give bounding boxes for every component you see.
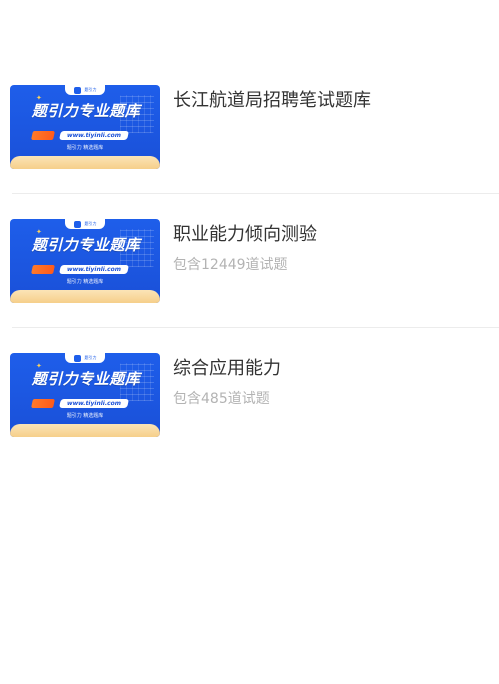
item-question-count: 包含485道试题: [173, 391, 270, 407]
list-divider: [12, 193, 499, 194]
thumbnail-brand: 题引力: [84, 355, 97, 360]
thumbnail-title: 题引力专业题库: [31, 236, 141, 254]
thumbnail-logo-tab: 题引力: [65, 85, 105, 95]
tiyinli-logo-icon: [73, 86, 81, 94]
thumbnail-site-url: www.tiyinli.com: [59, 399, 129, 408]
thumbnail-logo-tab: 题引力: [65, 353, 105, 363]
tiyinli-logo-icon: [73, 354, 81, 362]
thumbnail-brand: 题引力: [84, 221, 97, 226]
star-icon: ✦: [36, 228, 42, 236]
item-thumbnail[interactable]: 题引力 ✦ 题引力专业题库 www.tiyinli.com 题引力 精选题库: [10, 353, 160, 437]
list-item[interactable]: 题引力 ✦ 题引力专业题库 www.tiyinli.com 题引力 精选题库 长…: [10, 85, 499, 169]
list-item[interactable]: 题引力 ✦ 题引力专业题库 www.tiyinli.com 题引力 精选题库 职…: [10, 219, 499, 303]
list-item[interactable]: 题引力 ✦ 题引力专业题库 www.tiyinli.com 题引力 精选题库 综…: [10, 353, 499, 437]
page: 题引力 ✦ 题引力专业题库 www.tiyinli.com 题引力 精选题库 长…: [0, 0, 499, 684]
thumbnail-brand: 题引力: [84, 87, 97, 92]
item-title[interactable]: 长江航道局招聘笔试题库: [173, 89, 371, 113]
item-thumbnail[interactable]: 题引力 ✦ 题引力专业题库 www.tiyinli.com 题引力 精选题库: [10, 85, 160, 169]
item-info: 长江航道局招聘笔试题库: [173, 85, 493, 169]
list-divider: [12, 327, 499, 328]
thumbnail-pill-accent: [31, 399, 55, 408]
thumbnail-logo-tab: 题引力: [65, 219, 105, 229]
thumbnail-site-url: www.tiyinli.com: [59, 265, 129, 274]
thumbnail-title: 题引力专业题库: [31, 370, 141, 388]
star-icon: ✦: [36, 362, 42, 370]
thumbnail-base-stripe: [10, 290, 160, 303]
item-info: 职业能力倾向测验 包含12449道试题: [173, 219, 493, 303]
item-question-count: 包含12449道试题: [173, 257, 288, 273]
thumbnail-base-stripe: [10, 156, 160, 169]
item-title[interactable]: 职业能力倾向测验: [173, 223, 317, 247]
thumbnail-base-stripe: [10, 424, 160, 437]
item-info: 综合应用能力 包含485道试题: [173, 353, 493, 437]
thumbnail-site-url: www.tiyinli.com: [59, 131, 129, 140]
thumbnail-title: 题引力专业题库: [31, 102, 141, 120]
item-title[interactable]: 综合应用能力: [173, 357, 281, 381]
thumbnail-subtitle: 题引力 精选题库: [66, 279, 104, 285]
thumbnail-subtitle: 题引力 精选题库: [66, 413, 104, 419]
thumbnail-pill-accent: [31, 265, 55, 274]
tiyinli-logo-icon: [73, 220, 81, 228]
item-thumbnail[interactable]: 题引力 ✦ 题引力专业题库 www.tiyinli.com 题引力 精选题库: [10, 219, 160, 303]
thumbnail-pill-accent: [31, 131, 55, 140]
thumbnail-subtitle: 题引力 精选题库: [66, 145, 104, 151]
star-icon: ✦: [36, 94, 42, 102]
